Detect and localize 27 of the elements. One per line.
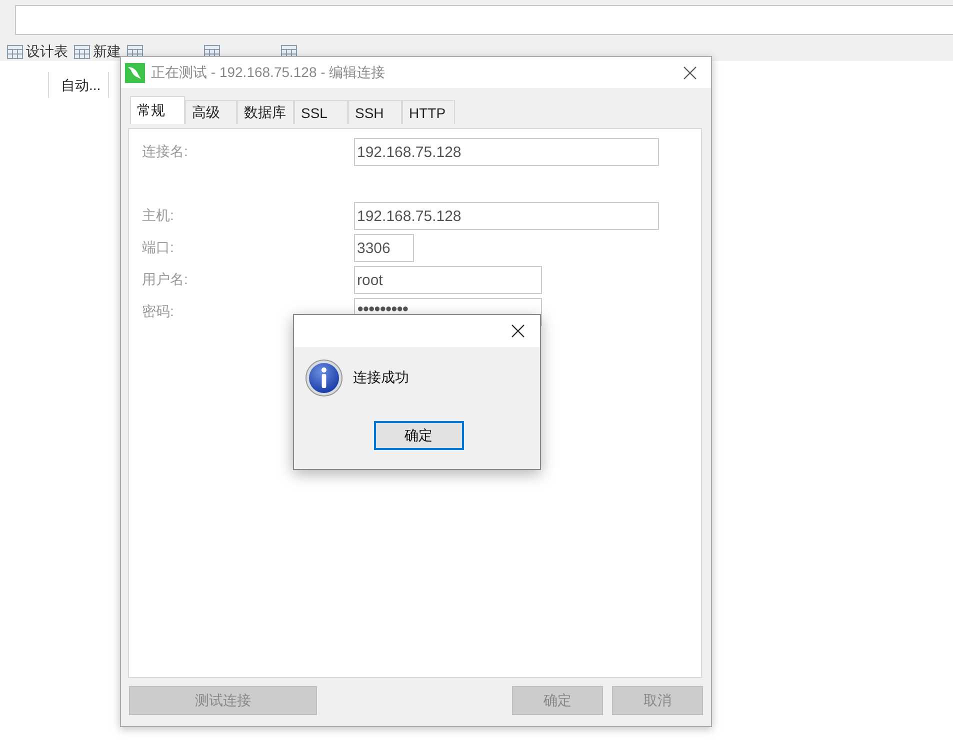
field-label: 连接名:	[142, 143, 189, 161]
window-title: 正在测试 - 192.168.75.128 - 编辑连接	[151, 64, 386, 82]
dolphin-icon	[125, 62, 145, 82]
close-icon[interactable]	[683, 66, 697, 80]
table-icon[interactable]	[74, 45, 90, 59]
tab[interactable]: SSL	[294, 100, 348, 124]
toolbar-item[interactable]: 新建	[93, 43, 121, 61]
tab[interactable]: SSH	[348, 100, 402, 124]
ok-button[interactable]: 确定	[374, 421, 464, 450]
column-header[interactable]: 自动...	[49, 72, 109, 98]
close-icon[interactable]	[511, 324, 525, 338]
tab[interactable]: 高级	[185, 100, 237, 124]
input-field[interactable]: root	[354, 266, 542, 294]
tab[interactable]: HTTP	[402, 100, 455, 124]
tab[interactable]: 数据库	[237, 100, 294, 124]
field-label: 密码:	[142, 303, 175, 321]
input-field[interactable]: 3306	[354, 234, 414, 262]
field-label: 用户名:	[142, 271, 189, 289]
input-field[interactable]: 192.168.75.128	[354, 202, 659, 230]
field-label: 端口:	[142, 239, 175, 257]
table-icon[interactable]	[7, 45, 23, 59]
tab[interactable]: 常规	[130, 96, 185, 124]
info-icon	[305, 359, 343, 397]
field-label: 主机:	[142, 207, 175, 225]
message-text: 连接成功	[353, 369, 409, 387]
toolbar-item[interactable]: 设计表	[26, 43, 68, 61]
input-field[interactable]: 192.168.75.128	[354, 138, 659, 166]
